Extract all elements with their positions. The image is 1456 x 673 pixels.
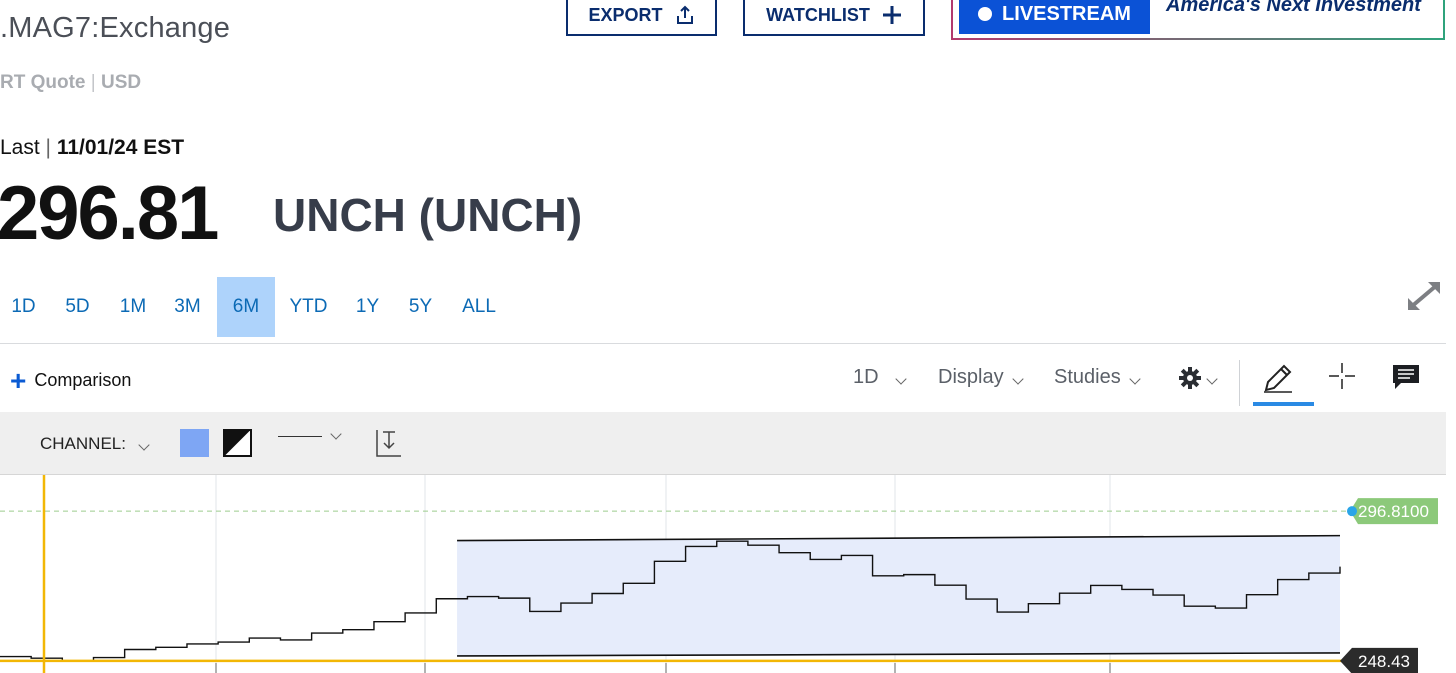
price-change: UNCH (UNCH) [273,189,583,241]
divider [0,343,1446,344]
symbol-title: .MAG7:Exchange [0,12,231,44]
last-label: Last [0,136,40,159]
livestream-button[interactable]: LIVESTREAM [959,0,1150,34]
range-label: 1Y [355,296,380,317]
range-tab-1m[interactable]: 1M [108,277,158,337]
range-label: 6M [232,296,260,317]
quote-type: RT Quote | USD [0,72,142,93]
pencil-icon[interactable] [1262,362,1294,394]
crosshair-price-badge: 248.43 [1340,647,1418,673]
channel-label: CHANNEL: [40,434,126,453]
quote-type-label: RT Quote [0,72,86,93]
last-price-badge: 296.8100 [1347,498,1438,525]
watchlist-label: WATCHLIST [766,4,870,25]
last-price: 296.81 [0,171,219,256]
range-label: YTD [289,296,328,317]
display-dropdown[interactable]: Display [938,366,1024,389]
range-label: ALL [462,296,496,317]
range-tab-all[interactable]: ALL [448,277,510,337]
range-label: 1M [119,296,147,317]
chevron-down-icon [1011,372,1024,385]
channel-tool-dropdown[interactable]: CHANNEL: [40,434,150,454]
studies-label: Studies [1054,366,1121,388]
export-button[interactable]: EXPORT [566,0,717,36]
live-dot-icon [978,7,993,21]
drawing-toolbar [0,412,1446,475]
range-tab-1d[interactable]: 1D [0,277,47,337]
crosshair-price-label: 248.43 [1358,652,1410,671]
active-tool-indicator [1253,402,1314,406]
range-tab-5y[interactable]: 5Y [393,277,448,337]
crosshair-icon[interactable] [1328,362,1356,390]
chevron-down-icon [1206,373,1218,385]
settings-dropdown[interactable] [1178,366,1218,390]
promo-text[interactable]: America's Next Investment [1166,0,1421,17]
interval-dropdown[interactable]: 1D [853,366,907,389]
fill-color-swatch[interactable] [180,429,209,457]
line-style-preview [278,435,322,437]
gear-icon [1179,367,1201,389]
range-tab-3m[interactable]: 3M [158,277,217,337]
plus-icon: + [10,364,27,396]
watchlist-button[interactable]: WATCHLIST [743,0,925,36]
last-date: 11/01/24 EST [56,136,185,159]
range-tab-1y[interactable]: 1Y [342,277,393,337]
last-trade-label: Last | 11/01/24 EST [0,136,185,159]
time-range-tabs: 1D 5D 1M 3M 6M YTD 1Y 5Y ALL [0,277,510,337]
range-label: 5D [65,296,90,317]
expand-icon[interactable] [1404,276,1444,316]
studies-dropdown[interactable]: Studies [1054,366,1141,389]
toolbar-separator [1239,360,1240,406]
comment-icon[interactable] [1392,364,1420,390]
range-label: 1D [11,296,36,317]
chevron-down-icon [138,439,150,451]
price-chart[interactable]: 296.8100 248.43 [0,475,1456,673]
range-tab-5d[interactable]: 5D [47,277,108,337]
line-style-dropdown[interactable] [278,428,342,440]
chevron-down-icon [1129,372,1141,385]
interval-label: 1D [853,366,879,388]
export-label: EXPORT [588,4,663,25]
share-icon [676,5,693,24]
livestream-label: LIVESTREAM [1002,2,1131,25]
last-price-label: 296.8100 [1358,502,1429,521]
plus-icon [882,6,901,24]
range-tab-6m[interactable]: 6M [217,277,275,337]
channel-fill [457,535,1340,656]
currency-label: USD [101,72,142,93]
download-icon[interactable] [375,428,403,458]
line-color-swatch[interactable] [223,429,252,457]
chevron-down-icon [894,372,907,385]
display-label: Display [938,366,1004,388]
range-label: 3M [174,296,201,317]
range-tab-ytd[interactable]: YTD [275,277,342,337]
comparison-button[interactable]: + Comparison [10,364,132,396]
comparison-label: Comparison [34,370,132,390]
range-label: 5Y [408,296,433,317]
